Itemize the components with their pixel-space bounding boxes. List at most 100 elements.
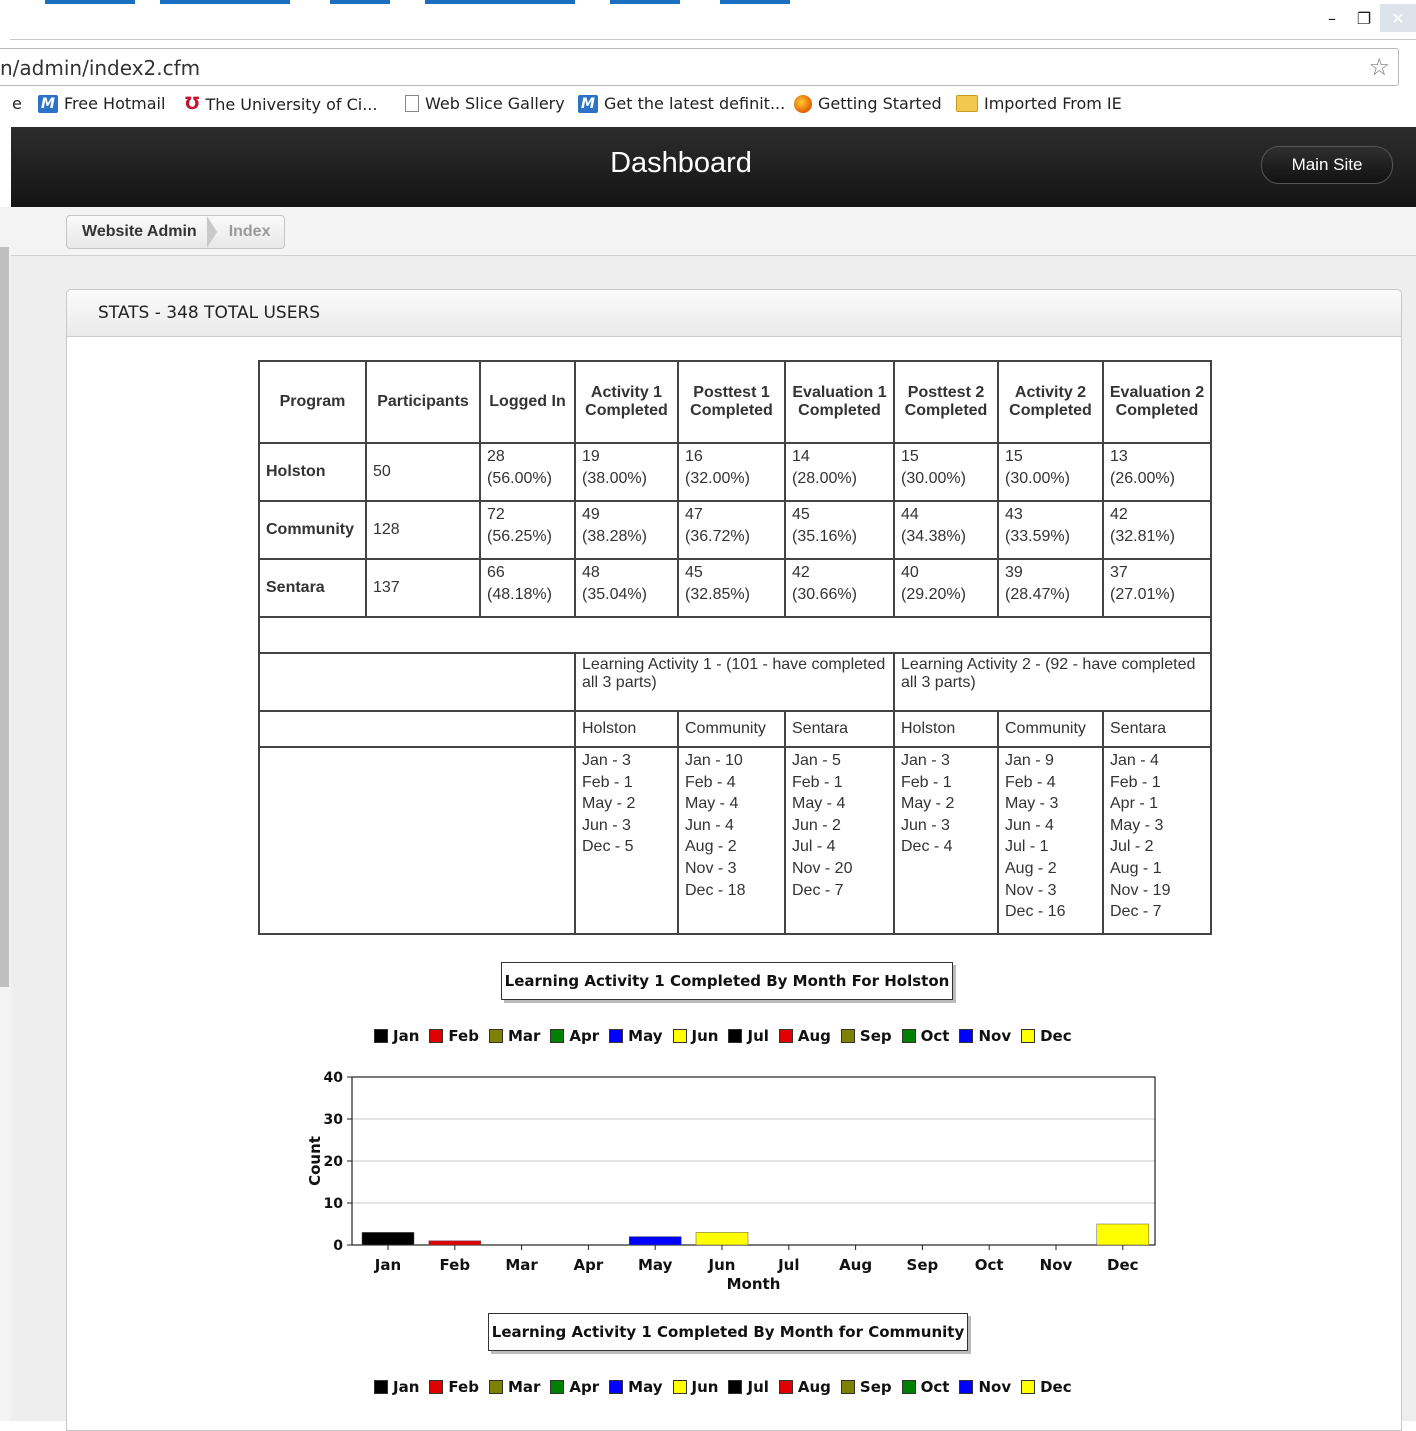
bookmark-web-slice-gallery[interactable]: Web Slice Gallery	[405, 94, 565, 113]
chart-title: Learning Activity 1 Completed By Month F…	[501, 962, 953, 1000]
bar	[628, 1236, 682, 1246]
legend-item: Aug	[778, 1378, 831, 1396]
monthly-count: Feb - 4	[685, 773, 736, 791]
header-evaluation-1: Evaluation 1 Completed	[784, 360, 895, 444]
stat-cell: 44 (34.38%)	[893, 500, 999, 560]
legend-item: Dec	[1021, 1027, 1072, 1045]
bookmark-latest-definitions[interactable]: M Get the latest definit...	[578, 94, 785, 113]
monthly-count: Nov - 20	[792, 859, 853, 877]
x-tick-label: Jun	[708, 1256, 736, 1274]
y-tick-label: 40	[324, 1070, 344, 1086]
breadcrumb-website-admin[interactable]: Website Admin	[67, 223, 207, 241]
stats-panel-header: STATS - 348 TOTAL USERS	[67, 290, 1401, 337]
legend-label: Jan	[393, 1027, 420, 1045]
stat-cell: 15 (30.00%)	[997, 442, 1104, 502]
address-bar[interactable]: n/admin/index2.cfm ☆	[0, 48, 1399, 86]
monthly-count: Aug - 2	[1005, 859, 1057, 877]
bookmark-label: Imported From IE	[984, 94, 1122, 113]
legend-item: Mar	[488, 1378, 541, 1396]
legend-item: Dec	[1021, 1378, 1072, 1396]
legend-label: Feb	[448, 1378, 479, 1396]
monthly-count: Jan - 9	[1005, 752, 1054, 769]
program-name: Community	[258, 500, 367, 560]
legend-swatch	[488, 1029, 503, 1043]
legend-item: Apr	[550, 1378, 599, 1396]
stat-cell: 66 (48.18%)	[479, 558, 576, 618]
monthly-count: Jan - 10	[685, 752, 743, 769]
minimize-button[interactable]: –	[1316, 4, 1348, 32]
learning-activity-1-summary: Learning Activity 1 - (101 - have comple…	[574, 652, 895, 712]
main-site-button[interactable]: Main Site	[1261, 146, 1393, 184]
stat-cell: 49 (38.28%)	[574, 500, 679, 560]
monthly-counts-cell: Jan - 3 Feb - 1 May - 2 Jun - 3 Dec - 5	[574, 746, 679, 935]
subheader-program: Holston	[893, 710, 999, 748]
monthly-count: Jun - 4	[1005, 816, 1054, 834]
legend-swatch	[901, 1029, 916, 1043]
legend-swatch	[429, 1380, 444, 1394]
monthly-count: Jun - 3	[901, 816, 950, 834]
bookmark-label: Getting Started	[818, 94, 942, 113]
restore-button[interactable]: ❐	[1348, 4, 1380, 32]
bookmark-star-icon[interactable]: ☆	[1368, 53, 1390, 81]
participants-count: 128	[365, 500, 481, 560]
msn-icon: M	[578, 94, 598, 113]
x-axis-label: Month	[727, 1275, 781, 1293]
legend-item: Mar	[488, 1027, 540, 1045]
monthly-counts-cell: Jan - 10 Feb - 4 May - 4 Jun - 4 Aug - 2 Nov …	[677, 746, 786, 935]
subheader-program: Community	[997, 710, 1104, 748]
legend-swatch	[1021, 1029, 1036, 1043]
monthly-counts-cell: Jan - 4 Feb - 1 Apr - 1 May - 3 Jul - 2 Aug -…	[1102, 746, 1212, 935]
breadcrumb-index: Index	[228, 223, 271, 240]
legend-swatch	[374, 1380, 388, 1394]
legend-item: Nov	[959, 1027, 1011, 1045]
bookmark-partial[interactable]: e	[12, 94, 22, 113]
legend-item: Jan	[374, 1027, 419, 1045]
monthly-counts-cell: Jan - 3 Feb - 1 May - 2 Jun - 3 Dec - 4	[893, 746, 999, 935]
bookmark-university[interactable]: ℧ The University of Ci...	[185, 94, 377, 114]
monthly-count: Nov - 3	[685, 859, 737, 877]
monthly-count: Dec - 7	[1110, 903, 1162, 921]
header-evaluation-2: Evaluation 2 Completed	[1102, 360, 1212, 444]
stat-cell: 13 (26.00%)	[1102, 442, 1212, 502]
monthly-count: Dec - 4	[901, 838, 953, 856]
breadcrumb-bar: Website Admin Index	[11, 207, 1416, 256]
legend-swatch	[778, 1380, 793, 1394]
address-bar-url[interactable]: n/admin/index2.cfm	[0, 56, 200, 80]
legend-swatch	[901, 1380, 916, 1394]
monthly-count: Aug - 2	[685, 838, 737, 856]
stat-cell: 45 (35.16%)	[784, 500, 895, 560]
bar	[1096, 1223, 1150, 1246]
left-scrollbar[interactable]	[0, 247, 9, 987]
legend-item: Oct	[901, 1378, 949, 1396]
legend-label: Nov	[978, 1027, 1012, 1045]
legend-label: Feb	[448, 1027, 479, 1045]
bookmark-free-hotmail[interactable]: M Free Hotmail	[38, 94, 165, 113]
legend-label: Mar	[507, 1378, 541, 1396]
legend-item: May	[609, 1027, 663, 1045]
monthly-count: Jul - 1	[1005, 838, 1049, 856]
legend-item: Oct	[901, 1027, 949, 1045]
close-button[interactable]: ✕	[1380, 4, 1416, 32]
monthly-count: Jun - 4	[685, 816, 734, 834]
table-row: Community 128 72 (56.25%) 49 (38.28%) 47 (3…	[258, 500, 1212, 560]
legend-swatch	[374, 1029, 388, 1043]
breadcrumb: Website Admin Index	[66, 215, 286, 249]
bookmark-label: Free Hotmail	[64, 94, 166, 113]
stats-table: Program Participants Logged In Activity …	[258, 360, 1212, 935]
x-tick-label: Aug	[839, 1256, 872, 1274]
page-title: Dashboard	[610, 147, 752, 179]
legend-item: Feb	[429, 1027, 479, 1045]
legend-label: Jun	[691, 1378, 719, 1396]
header-program: Program	[258, 360, 367, 444]
monthly-count: Jan - 3	[582, 752, 631, 769]
x-tick-label: Mar	[505, 1256, 538, 1274]
bar	[695, 1232, 749, 1246]
bookmark-imported-from-ie[interactable]: Imported From IE	[956, 94, 1122, 113]
x-tick-label: Apr	[574, 1256, 604, 1274]
bookmark-getting-started[interactable]: Getting Started	[794, 94, 942, 113]
monthly-count: Jan - 5	[792, 752, 841, 769]
monthly-count: Jun - 3	[582, 816, 631, 834]
legend-swatch	[550, 1380, 565, 1394]
monthly-count: Apr - 1	[1110, 795, 1159, 813]
x-tick-label: May	[638, 1256, 673, 1274]
